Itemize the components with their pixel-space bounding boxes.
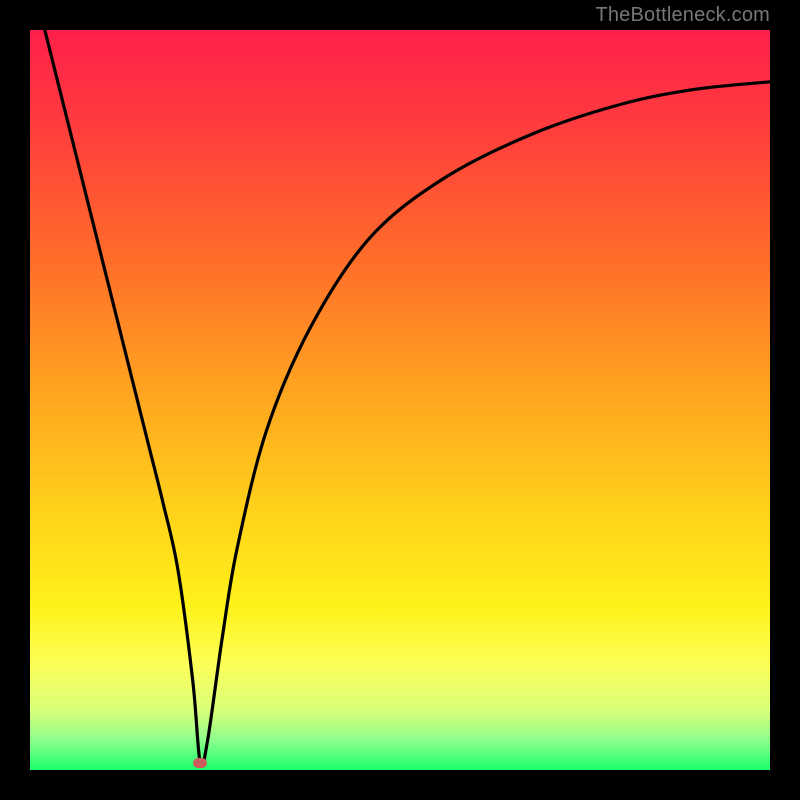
watermark-text: TheBottleneck.com	[595, 4, 770, 27]
bottleneck-curve	[30, 30, 770, 770]
chart-frame: TheBottleneck.com	[0, 0, 800, 800]
minimum-marker	[193, 758, 207, 768]
plot-area	[30, 30, 770, 770]
